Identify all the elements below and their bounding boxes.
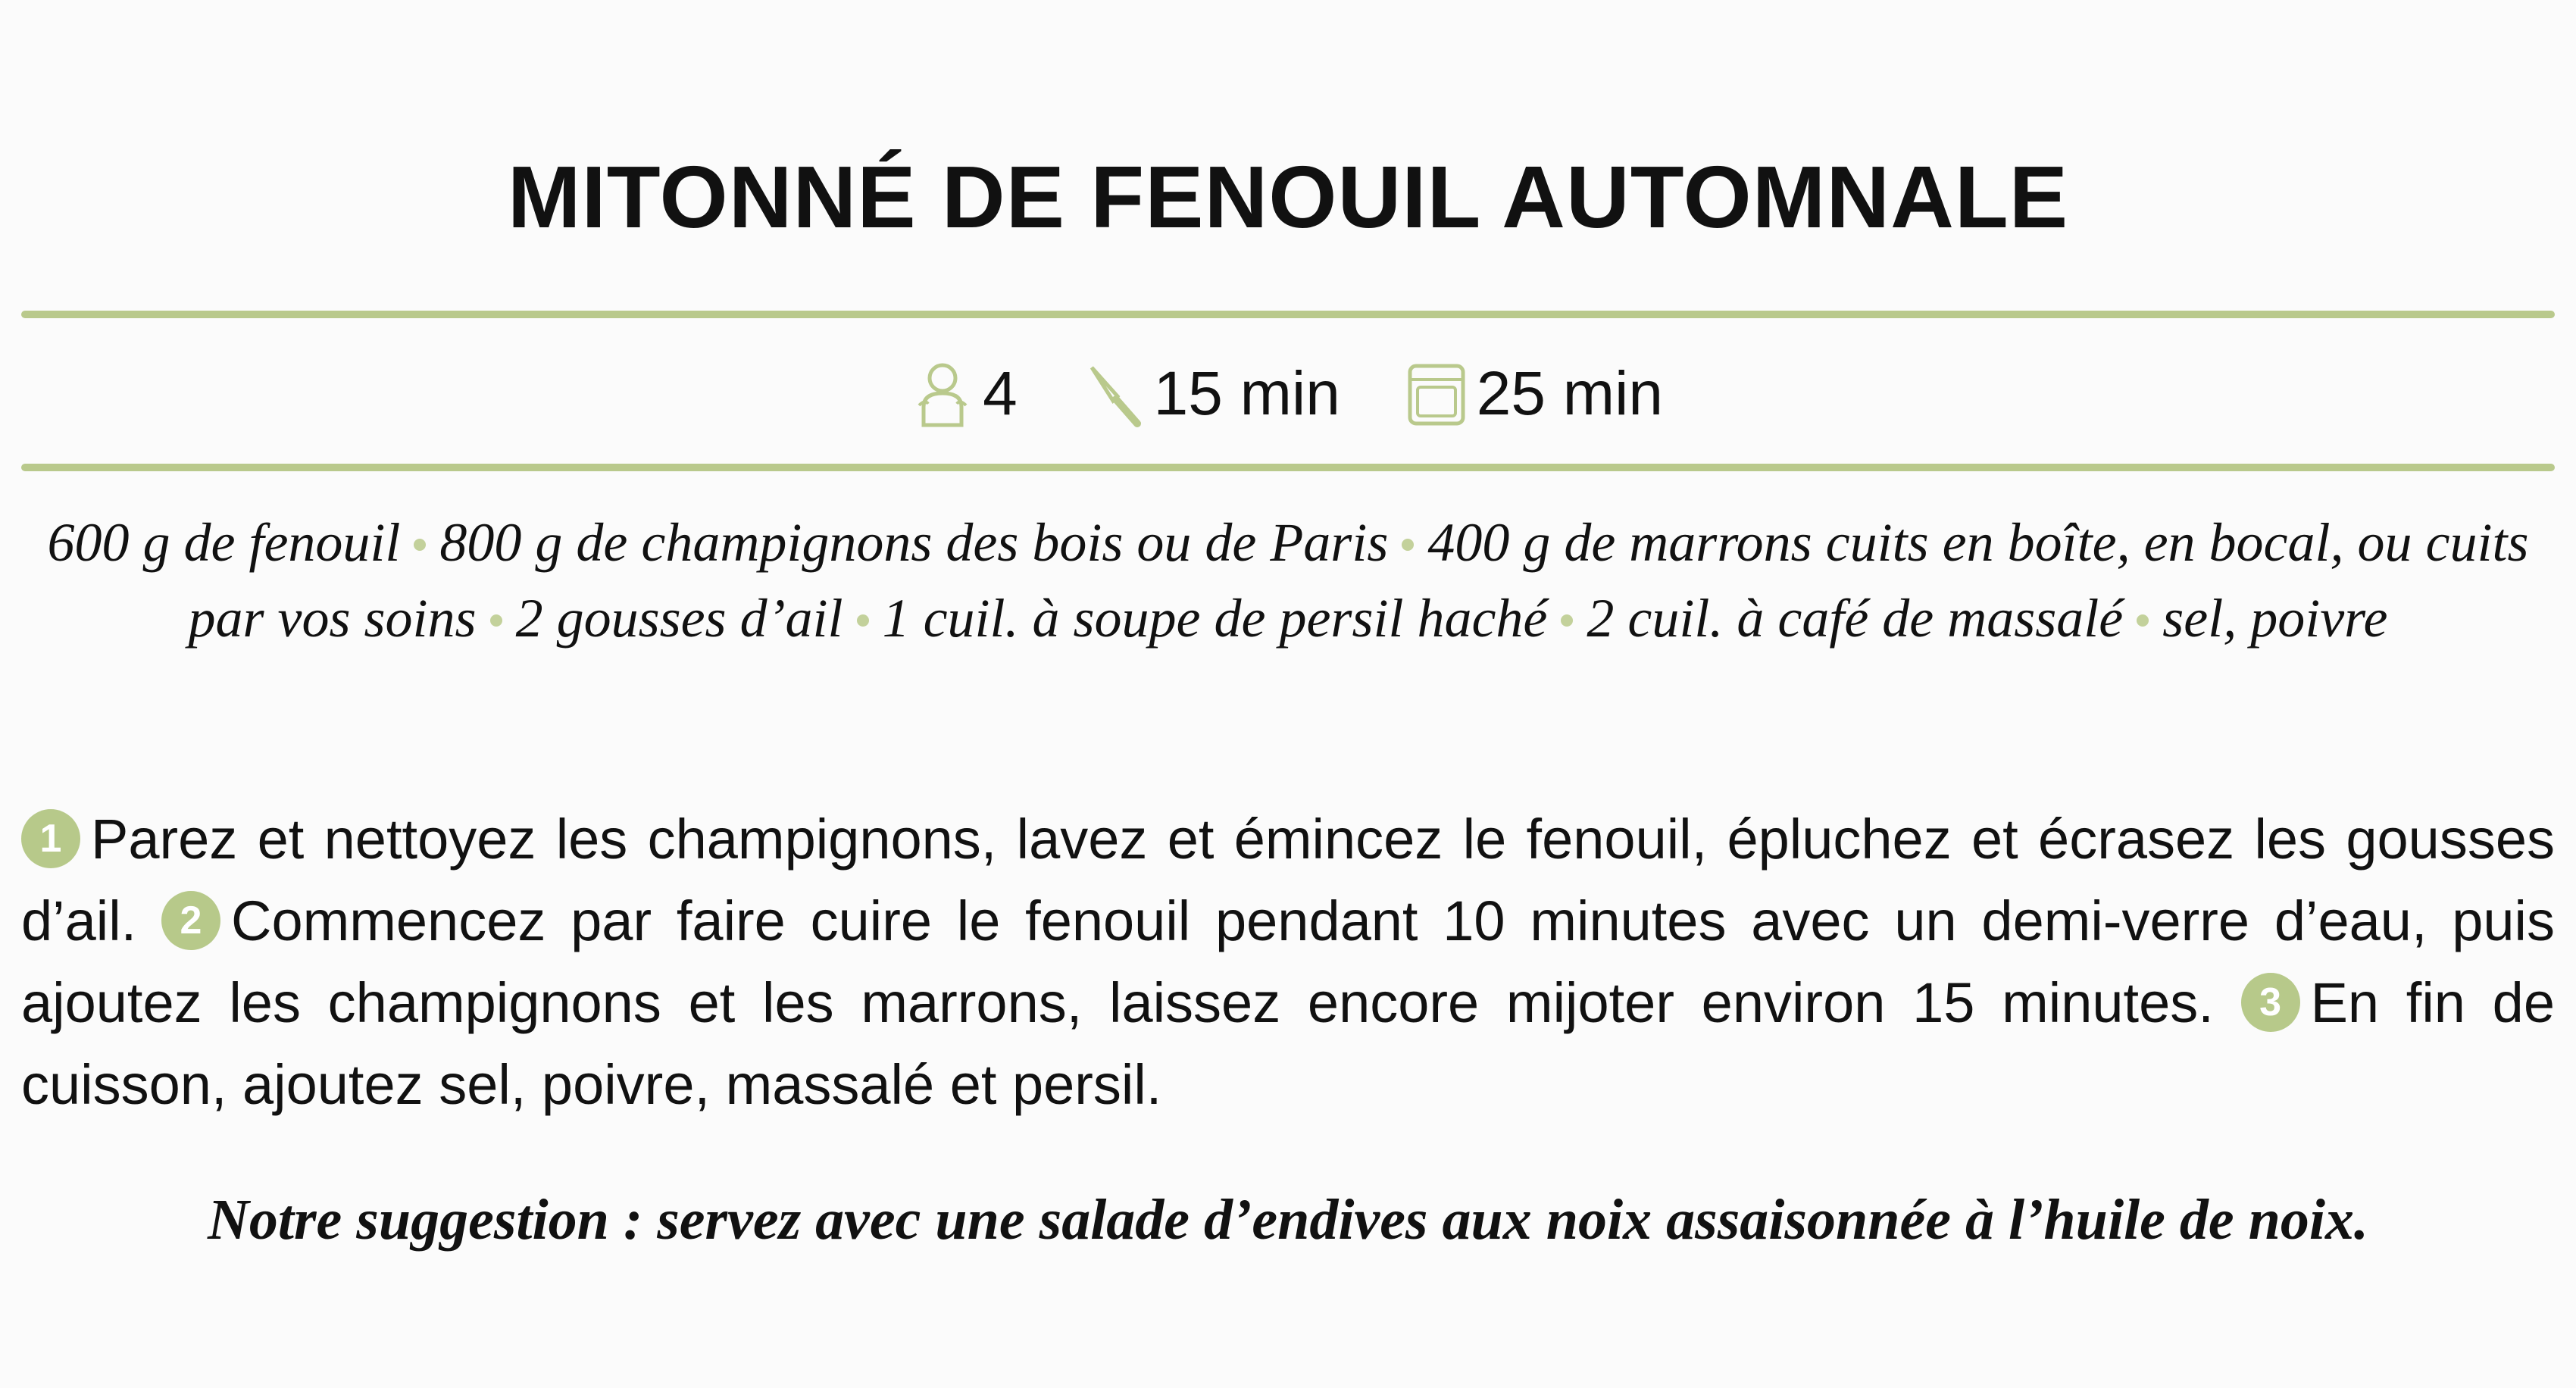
oven-icon (1407, 360, 1466, 428)
servings-value: 4 (983, 359, 1018, 428)
divider-top (21, 311, 2555, 318)
step-number-badge: 3 (2240, 973, 2300, 1033)
bullet-separator (414, 539, 427, 552)
ingredient-item: 1 cuil. à soupe de persil haché (882, 588, 1548, 649)
step-number-badge: 2 (161, 891, 220, 951)
ingredient-item: 2 cuil. à café de massalé (1587, 588, 2124, 649)
knife-icon (1084, 360, 1143, 428)
bullet-separator (1561, 614, 1574, 627)
recipe-meta: 4 15 min 25 min (21, 349, 2555, 439)
ingredient-item: 2 gousses d’ail (515, 588, 843, 649)
bullet-separator (2137, 614, 2149, 627)
bullet-separator (856, 614, 869, 627)
ingredients-list: 600 g de fenouil 800 g de champignons des… (21, 505, 2555, 656)
cook-time-value: 25 min (1476, 359, 1663, 428)
serving-suggestion: Notre suggestion : servez avec une salad… (207, 1188, 2369, 1252)
cook-time: 25 min (1407, 358, 1663, 430)
prep-time: 15 min (1084, 358, 1340, 430)
preparation-steps: 1 Parez et nettoyez les champignons, lave… (21, 799, 2555, 1126)
bullet-separator (489, 614, 502, 627)
step-number-badge: 1 (21, 809, 80, 869)
step-text: Commencez par faire cuire le fenouil pen… (21, 889, 2556, 1034)
ingredient-item: 600 g de fenouil (47, 512, 401, 573)
divider-bottom (21, 464, 2555, 471)
recipe-card: MITONNÉ DE FENOUIL AUTOMNALE 4 15 min 25… (21, 0, 2555, 1388)
bullet-separator (1402, 539, 1415, 552)
prep-time-value: 15 min (1153, 359, 1340, 428)
ingredient-item: 800 g de champignons des bois ou de Pari… (439, 512, 1389, 573)
servings: 4 (913, 358, 1018, 430)
ingredient-item: sel, poivre (2162, 588, 2388, 649)
recipe-title: MITONNÉ DE FENOUIL AUTOMNALE (507, 148, 2069, 246)
person-icon (913, 360, 972, 428)
